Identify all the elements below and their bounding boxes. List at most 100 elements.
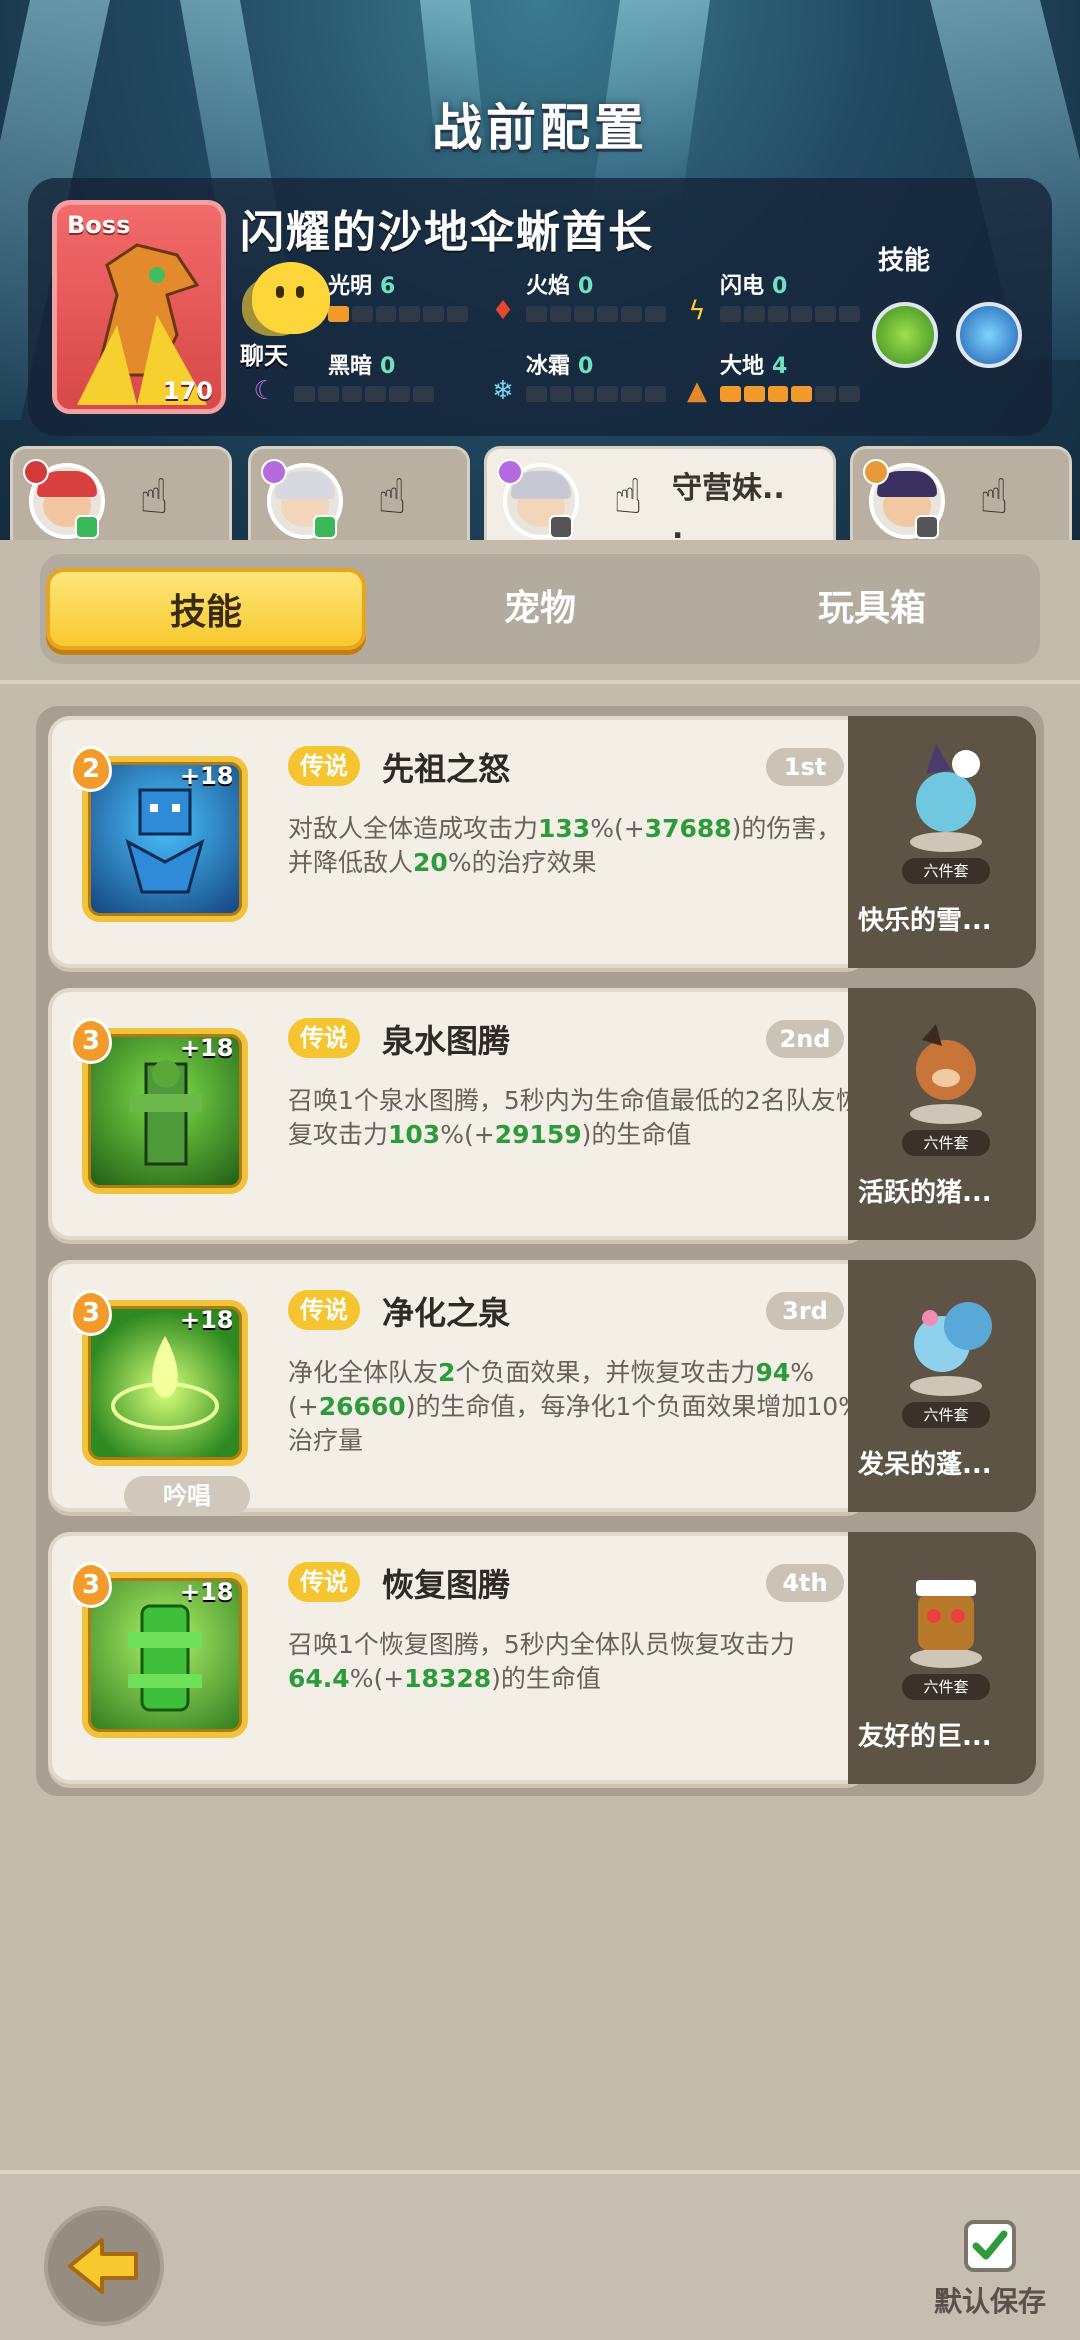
- tap-hand-icon: ☝: [979, 469, 1009, 525]
- skill-plus: +18: [180, 1306, 234, 1334]
- stat-bar: [328, 306, 468, 322]
- character-name-text: 守营妹..: [672, 471, 785, 506]
- back-arrow-icon: [68, 2238, 138, 2294]
- divider: [0, 680, 1080, 684]
- skill-card[interactable]: 2 +18 传说 先祖之怒 1st 对敌人全体造成攻击力133%(+37688)…: [48, 716, 868, 968]
- pet-slot[interactable]: 六件套 发呆的蓬...: [848, 1260, 1036, 1512]
- rank-badge: 1st: [766, 748, 844, 786]
- skill-row[interactable]: 3 +18 传说 恢复图腾 4th 召唤1个恢复图腾，5秒内全体队员恢复攻击力6…: [48, 1532, 1036, 1784]
- status-badge-icon: [549, 515, 573, 539]
- skill-title: 泉水图腾: [382, 1022, 511, 1060]
- default-save-checkbox[interactable]: [964, 2220, 1016, 2272]
- checkmark-icon: [972, 2230, 1008, 2260]
- stat-bar: [720, 386, 860, 402]
- pet-name: 活跃的猪...: [858, 1178, 992, 1208]
- tab-toybox[interactable]: 玩具箱: [712, 568, 1032, 650]
- skill-level-badge: 3: [70, 1018, 112, 1064]
- character-tab[interactable]: ☝: [10, 446, 232, 542]
- pet-slot[interactable]: 六件套 快乐的雪...: [848, 716, 1036, 968]
- rarity-badge: 传说: [288, 1290, 360, 1330]
- stat-name: 大地: [720, 354, 765, 379]
- skill-plus: +18: [180, 1034, 234, 1062]
- rarity-badge: 传说: [288, 1018, 360, 1058]
- boss-skills-label: 技能: [877, 246, 930, 276]
- online-badge-icon: [75, 515, 99, 539]
- snowflake-icon: ❄: [492, 376, 514, 406]
- rank-badge: 2nd: [766, 1020, 844, 1058]
- stat-bar: [526, 306, 666, 322]
- skill-row[interactable]: 3 +18 传说 泉水图腾 2nd 召唤1个泉水图腾，5秒内为生命值最低的2名队…: [48, 988, 1036, 1240]
- skill-description: 对敌人全体造成攻击力133%(+37688)的伤害，并降低敌人20%的治疗效果: [288, 814, 842, 877]
- fire-icon: ♦: [491, 296, 515, 326]
- pet-set-label: 六件套: [902, 1402, 990, 1428]
- boss-portrait[interactable]: Boss 170: [52, 200, 226, 414]
- status-badge-icon: [915, 515, 939, 539]
- default-save-label: 默认保存: [934, 2285, 1047, 2318]
- stat-value: 0: [578, 274, 594, 299]
- skill-card[interactable]: 3 +18 传说 恢复图腾 4th 召唤1个恢复图腾，5秒内全体队员恢复攻击力6…: [48, 1532, 868, 1784]
- fluffy-pet-figure: [910, 1302, 992, 1396]
- skill-row[interactable]: 3 +18 吟唱 传说 净化之泉 3rd 净化全体队友2个负面效果，并恢复攻击力…: [48, 1260, 1036, 1516]
- stat-value: 0: [772, 274, 788, 299]
- tap-hand-icon: ☝: [377, 469, 407, 525]
- online-badge-icon: [313, 515, 337, 539]
- rarity-badge: 传说: [288, 1562, 360, 1602]
- stat-earth: 大地 4 ▲: [682, 348, 882, 408]
- boss-name: 闪耀的沙地伞蜥酋长: [240, 207, 654, 258]
- giant-pet-figure: [910, 1580, 982, 1668]
- tap-hand-icon: ☝: [139, 469, 169, 525]
- snow-pet-figure: [910, 744, 982, 852]
- rank-badge: 4th: [766, 1564, 844, 1602]
- stat-value: 6: [380, 274, 396, 299]
- skill-level-badge: 3: [70, 1562, 112, 1608]
- skill-card[interactable]: 3 +18 传说 泉水图腾 2nd 召唤1个泉水图腾，5秒内为生命值最低的2名队…: [48, 988, 868, 1240]
- bottom-bar: 默认保存: [0, 2170, 1080, 2340]
- stat-frost: 冰霜 0 ❄: [488, 348, 688, 408]
- chat-button[interactable]: 聊天: [240, 262, 340, 370]
- pet-name: 发呆的蓬...: [858, 1450, 992, 1480]
- skill-card[interactable]: 3 +18 吟唱 传说 净化之泉 3rd 净化全体队友2个负面效果，并恢复攻击力…: [48, 1260, 868, 1516]
- tab-skills[interactable]: 技能: [46, 568, 366, 650]
- rarity-badge: 传说: [288, 746, 360, 786]
- skill-description: 召唤1个泉水图腾，5秒内为生命值最低的2名队友恢复攻击力103%(+29159)…: [288, 1086, 861, 1149]
- stat-lightning: 闪电 0 ϟ: [682, 268, 882, 328]
- skill-list: 2 +18 传说 先祖之怒 1st 对敌人全体造成攻击力133%(+37688)…: [36, 706, 1044, 1796]
- earth-icon: ▲: [687, 376, 707, 406]
- pet-slot[interactable]: 六件套 活跃的猪...: [848, 988, 1036, 1240]
- pet-name: 快乐的雪...: [858, 906, 992, 936]
- character-tab[interactable]: ☝: [248, 446, 470, 542]
- skill-title: 恢复图腾: [382, 1566, 511, 1604]
- boss-level: 170: [162, 377, 213, 405]
- boss-tag: Boss: [67, 211, 131, 239]
- stat-bar: [720, 306, 860, 322]
- character-name: 守营妹...: [672, 469, 785, 549]
- skill-row[interactable]: 2 +18 传说 先祖之怒 1st 对敌人全体造成攻击力133%(+37688)…: [48, 716, 1036, 968]
- skill-title: 净化之泉: [382, 1294, 511, 1332]
- skill-level-badge: 2: [70, 746, 112, 792]
- pet-slot[interactable]: 六件套 友好的巨...: [848, 1532, 1036, 1784]
- chant-badge: 吟唱: [124, 1476, 250, 1516]
- dark-moon-icon: ☾: [253, 376, 277, 406]
- tab-pets[interactable]: 宠物: [380, 568, 700, 650]
- tap-hand-icon: ☝: [613, 469, 643, 525]
- stat-name: 闪电: [720, 274, 765, 299]
- boss-info-panel: Boss 170 闪耀的沙地伞蜥酋长 光明6 ☀ 火焰0 ♦ 闪电0 ϟ 黑暗0…: [28, 178, 1052, 436]
- dark-element-icon: [497, 459, 523, 485]
- ice-crystal-skill-icon[interactable]: [956, 302, 1022, 368]
- dark-element-icon: [261, 459, 287, 485]
- character-tab[interactable]: ☝: [850, 446, 1072, 542]
- heal-cross-skill-icon[interactable]: [872, 302, 938, 368]
- back-button[interactable]: [44, 2206, 164, 2326]
- skill-plus: +18: [180, 1578, 234, 1606]
- skill-plus: +18: [180, 762, 234, 790]
- pet-set-label: 六件套: [902, 1674, 990, 1700]
- smiley-chat-icon: [252, 262, 330, 334]
- page-title: 战前配置: [432, 99, 648, 157]
- main-area: 技能 宠物 玩具箱 2 +18 传说 先祖之怒 1st 对敌人全体造成攻击力13…: [0, 540, 1080, 2180]
- rank-badge: 3rd: [766, 1292, 844, 1330]
- pet-set-label: 六件套: [902, 1130, 990, 1156]
- pet-set-label: 六件套: [902, 858, 990, 884]
- stat-value: 0: [578, 354, 594, 379]
- stat-name: 火焰: [526, 274, 571, 299]
- skill-title: 先祖之怒: [382, 750, 511, 788]
